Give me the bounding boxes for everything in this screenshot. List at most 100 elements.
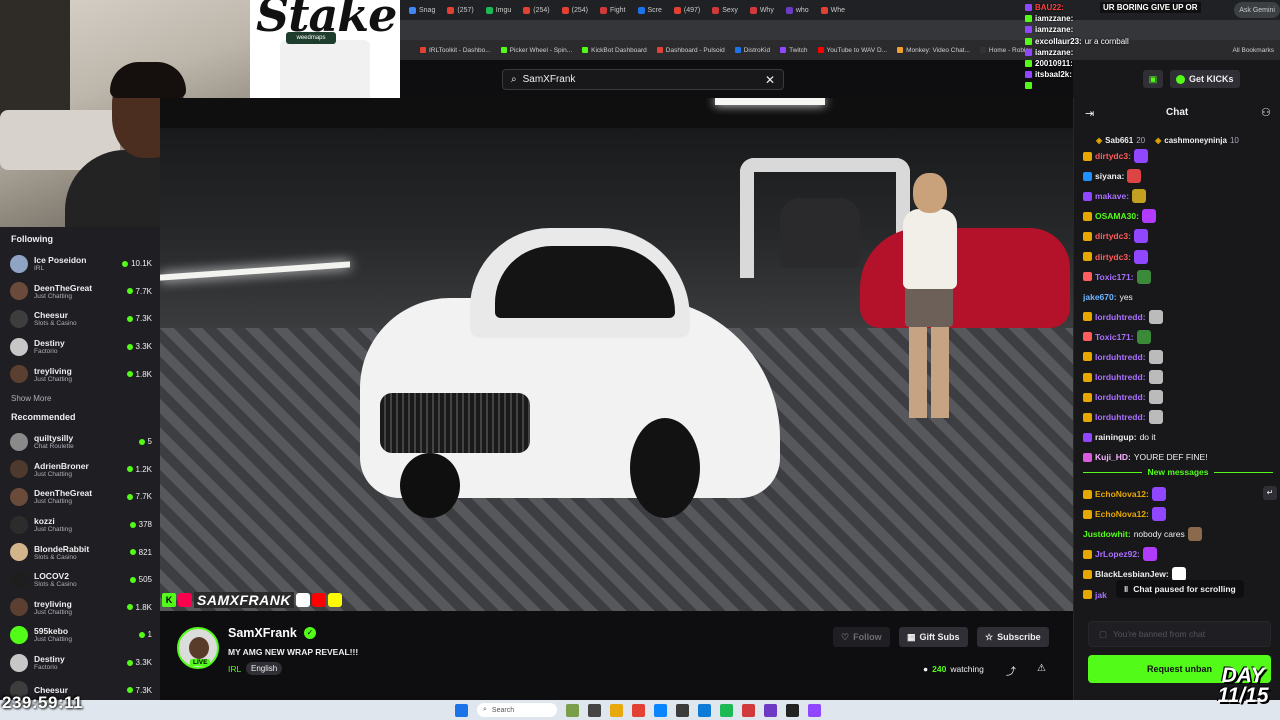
video-player[interactable] [160,98,1073,611]
chat-username[interactable]: rainingup: [1095,432,1137,442]
gift-subs-button[interactable]: ▦ Gift Subs [899,627,968,647]
chat-message: Kuji_HD: YOURE DEF FINE! [1083,447,1275,467]
bookmark-item[interactable]: YouTube to WAV D... [817,47,887,54]
browser-tab[interactable]: Fight [595,2,631,18]
windows-start-icon[interactable] [455,703,468,717]
sidebar-channel[interactable]: DeenTheGreat Just Chatting 7.7K [0,278,160,306]
browser-tab[interactable]: Imgu [481,2,517,18]
viewer-count-label: watching [950,664,984,674]
report-icon[interactable]: ⚠ [1037,663,1046,674]
stream-category[interactable]: IRL [228,664,241,674]
sidebar-channel[interactable]: AdrienBroner Just Chatting 1.2K [0,456,160,484]
chat-username[interactable]: Kuji_HD: [1095,452,1131,462]
bookmark-item[interactable]: IRLToolkit - Dashbo... [420,47,491,54]
edge-icon[interactable] [654,703,667,717]
obs-icon[interactable] [764,703,777,717]
browser-tab[interactable]: Why [745,2,779,18]
stream-language-tag[interactable]: English [246,662,283,675]
subscribe-button[interactable]: ☆ Subscribe [977,627,1049,647]
scroll-to-bottom-icon[interactable]: ↵ [1263,486,1277,500]
channel-name: DeenTheGreat [34,282,93,293]
sidebar-channel[interactable]: kozzi Just Chatting 378 [0,511,160,539]
ask-gemini-button[interactable]: Ask Gemini [1234,2,1280,18]
top-gifter[interactable]: ◈ cashmoneyninja 10 [1155,136,1239,145]
chat-username[interactable]: EchoNova12: [1095,489,1149,499]
sidebar-channel[interactable]: BlondeRabbit Slots & Casino 821 [0,538,160,566]
taskbar-search[interactable]: ⌕ Search [477,703,557,717]
taskbar-app-icon[interactable] [720,703,733,717]
get-kicks-button[interactable]: Get KICKs [1170,70,1240,88]
channel-name[interactable]: SamXFrank [228,626,297,640]
search-input[interactable] [522,74,765,85]
taskbar-app-icon[interactable] [588,703,601,717]
bookmark-item[interactable]: KickBot Dashboard [582,47,647,54]
taskbar-app-icon[interactable] [786,703,799,717]
browser-tab[interactable]: Snag [404,2,440,18]
collapse-chat-icon[interactable]: ⇥ [1085,107,1094,120]
taskbar-app-icon[interactable] [566,703,579,717]
follow-button[interactable]: ♡ Follow [833,627,890,647]
sidebar-channel[interactable]: LOCOV2 Slots & Casino 505 [0,566,160,594]
viewer-count: 1 [138,630,152,639]
sidebar-channel[interactable]: 595kebo Just Chatting 1 [0,621,160,649]
sidebar-channel[interactable]: treyliving Just Chatting 1.8K [0,594,160,622]
sidebar-channel[interactable]: Ice Poseidon IRL 10.1K [0,250,160,278]
chat-username[interactable]: OSAMA30: [1095,211,1139,221]
clear-search-icon[interactable]: ✕ [765,73,775,87]
sidebar-channel[interactable]: Destiny Factorio 3.3K [0,649,160,677]
tab-label: (257) [457,6,474,14]
chat-username[interactable]: dirtydc3: [1095,252,1131,262]
sidebar-channel[interactable]: quiltysilly Chat Roulette 5 [0,428,160,456]
chat-username[interactable]: Toxic171: [1095,332,1134,342]
chat-username[interactable]: jake670: [1083,292,1117,302]
share-icon[interactable]: ⤴ [1006,663,1016,678]
taskbar-app-icon[interactable] [676,703,689,717]
taskbar-app-icon[interactable] [698,703,711,717]
chat-username[interactable]: lorduhtredd: [1095,392,1146,402]
sidebar-channel[interactable]: Cheesur Slots & Casino 7.3K [0,305,160,333]
bookmark-item[interactable]: Picker Wheel - Spin... [500,47,572,54]
chat-username[interactable]: Justdowhit: [1083,529,1131,539]
chat-paused-notice[interactable]: ‖ Chat paused for scrolling [1116,580,1244,598]
search-bar[interactable]: ⌕ ✕ [502,69,784,90]
sidebar-channel[interactable]: Destiny Factorio 3.3K [0,333,160,361]
bookmark-item[interactable]: DistroKid [734,47,770,54]
chat-username[interactable]: lorduhtredd: [1095,312,1146,322]
chat-users-icon[interactable]: ⚇ [1261,106,1271,119]
bookmark-item[interactable]: Dashboard - Pulsoid [656,47,725,54]
chat-username[interactable]: EchoNova12: [1095,509,1149,519]
chat-username[interactable]: dirtydc3: [1095,231,1131,241]
all-bookmarks-button[interactable]: All Bookmarks [1232,47,1280,54]
taskbar-app-icon[interactable] [808,703,821,717]
browser-tab[interactable]: (257) [442,2,478,18]
chat-username[interactable]: BlackLesbianJew: [1095,569,1169,579]
chat-username[interactable]: lorduhtredd: [1095,352,1146,362]
browser-tab[interactable]: who [781,2,814,18]
sidebar-channel[interactable]: DeenTheGreat Just Chatting 7.7K [0,483,160,511]
chrome-icon[interactable] [632,703,645,717]
chat-username[interactable]: jak [1095,590,1107,600]
chat-username[interactable]: dirtydc3: [1095,151,1131,161]
chat-username[interactable]: JrLopez92: [1095,549,1140,559]
browser-tab[interactable]: Scre [633,2,667,18]
browser-tab[interactable]: (497) [669,2,705,18]
chat-username[interactable]: lorduhtredd: [1095,412,1146,422]
file-explorer-icon[interactable] [610,703,623,717]
chat-username[interactable]: siyana: [1095,171,1124,181]
taskbar-app-icon[interactable] [742,703,755,717]
show-more-link[interactable]: Show More [0,388,160,409]
sidebar-channel[interactable]: treyliving Just Chatting 1.8K [0,360,160,388]
browser-tab[interactable]: (254) [518,2,554,18]
browser-tab[interactable]: Whe [816,2,850,18]
chat-username[interactable]: makave: [1095,191,1129,201]
bookmark-item[interactable]: Twitch [780,47,808,54]
youtube-icon [311,593,326,607]
browser-tab[interactable]: (254) [557,2,593,18]
bookmark-item[interactable]: Monkey: Video Chat... [897,47,970,54]
chat-username[interactable]: Toxic171: [1095,272,1134,282]
emote-icon [1136,269,1151,284]
chat-username[interactable]: lorduhtredd: [1095,372,1146,382]
kick-app-icon[interactable]: ▣ [1143,70,1163,88]
browser-tab[interactable]: Sexy [707,2,743,18]
top-gifter[interactable]: ◈ Sab661 20 [1096,136,1145,145]
